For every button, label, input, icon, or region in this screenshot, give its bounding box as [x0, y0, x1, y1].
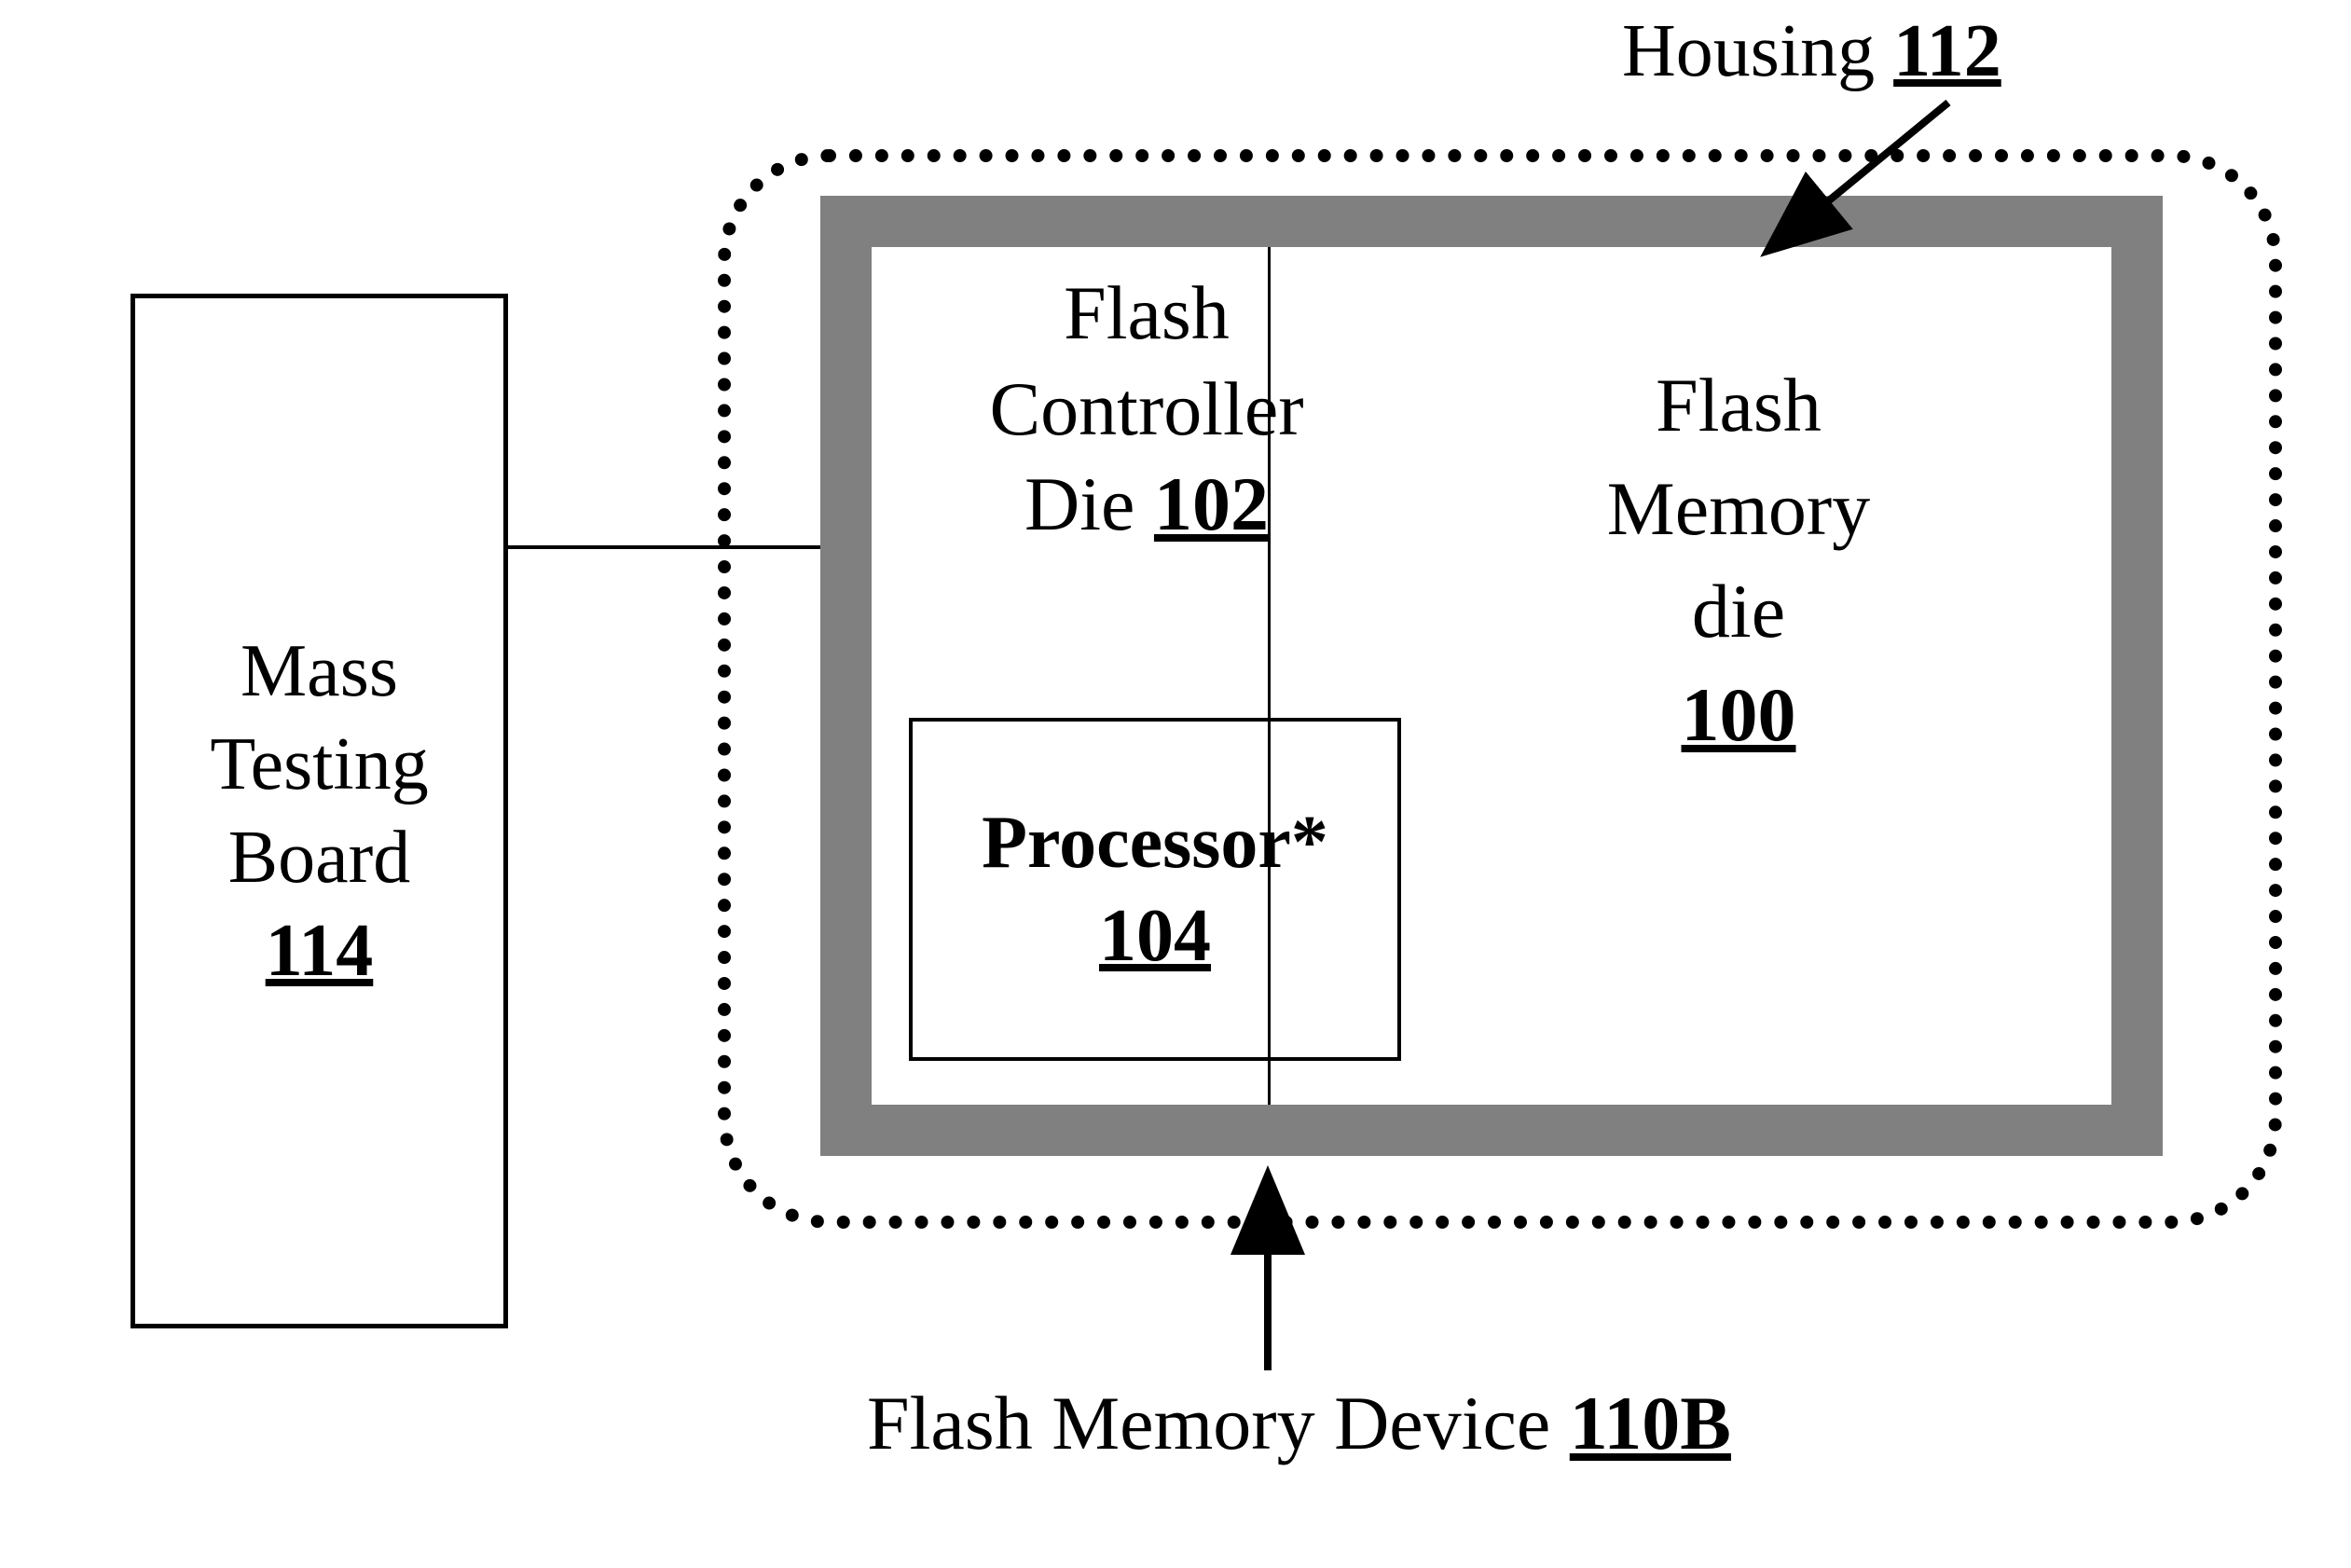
mtb-refnum: 114 [266, 904, 374, 997]
housing-refnum: 112 [1893, 10, 2001, 92]
mtb-line2: Testing [210, 718, 428, 811]
fcd-refnum: 102 [1154, 461, 1269, 546]
flash-memory-device-label: Flash Memory Device 110B [867, 1380, 1731, 1467]
fcd-line2: Controller [895, 362, 1398, 458]
diagram-canvas: Mass Testing Board 114 Flash Controller … [0, 0, 2351, 1568]
device-arrow-icon [1230, 1221, 1305, 1380]
housing-label: Housing 112 [1622, 9, 2001, 94]
fcd-line3: Die 102 [895, 457, 1398, 553]
mass-testing-board-box: Mass Testing Board 114 [131, 294, 508, 1328]
device-label-text: Flash Memory Device [867, 1381, 1570, 1465]
mtb-line1: Mass [241, 625, 398, 718]
housing-arrow-icon [1790, 103, 1976, 242]
housing-label-text: Housing [1622, 10, 1893, 92]
fcd-line3-prefix: Die [1024, 461, 1154, 546]
fmd-line3: die [1482, 560, 1995, 664]
processor-name: Processor* [982, 796, 1328, 889]
fmd-line1: Flash [1482, 354, 1995, 458]
mtb-line3: Board [228, 811, 411, 904]
flash-controller-die-label: Flash Controller Die 102 [895, 266, 1398, 553]
fmd-refnum: 100 [1482, 664, 1995, 767]
flash-memory-die-label: Flash Memory die 100 [1482, 354, 1995, 767]
fmd-line2: Memory [1482, 458, 1995, 561]
processor-refnum: 104 [1099, 889, 1211, 983]
fcd-line1: Flash [895, 266, 1398, 362]
processor-box: Processor* 104 [909, 718, 1401, 1061]
device-refnum: 110B [1570, 1381, 1731, 1465]
